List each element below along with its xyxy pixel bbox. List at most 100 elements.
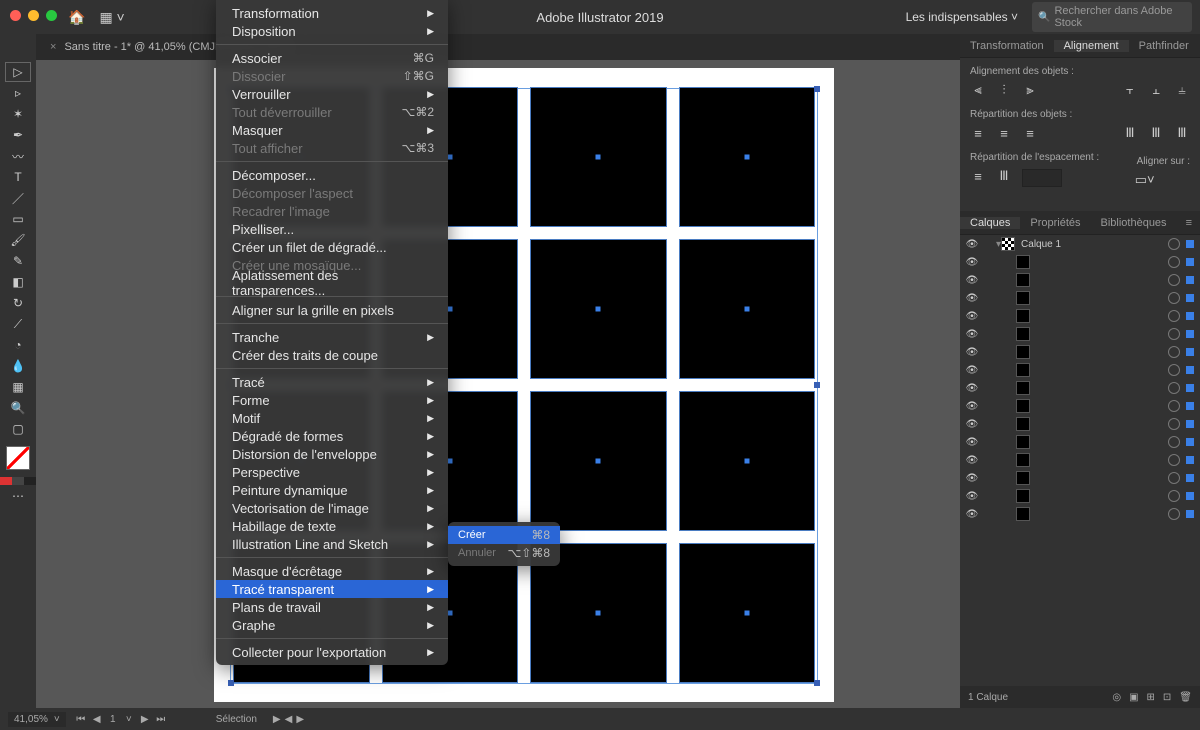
menu-item[interactable]: Associer⌘G [216, 49, 448, 67]
menu-item[interactable]: Distorsion de l'enveloppe▶ [216, 445, 448, 463]
tab-pathfinder[interactable]: Pathfinder [1129, 40, 1199, 52]
sublayer-row[interactable]: 👁 [960, 343, 1200, 361]
align-to-selection-icon[interactable]: ▭˅ [1137, 173, 1153, 187]
menu-item[interactable]: Créer un filet de dégradé... [216, 238, 448, 256]
target-icon[interactable] [1168, 436, 1180, 448]
sublayer-row[interactable]: 👁 [960, 487, 1200, 505]
menu-item[interactable]: Dégradé de formes▶ [216, 427, 448, 445]
rectangle[interactable] [531, 392, 666, 530]
width-tool[interactable]: ⟋ [5, 314, 31, 334]
pen-tool[interactable]: ✒ [5, 125, 31, 145]
zoom-tool[interactable]: 🔍 [5, 398, 31, 418]
target-icon[interactable] [1168, 364, 1180, 376]
menu-item[interactable]: Disposition▶ [216, 22, 448, 40]
sublayer-row[interactable]: 👁 [960, 325, 1200, 343]
visibility-toggle-icon[interactable]: 👁 [964, 275, 980, 286]
menu-item[interactable]: Forme▶ [216, 391, 448, 409]
menu-item[interactable]: Masque d'écrêtage▶ [216, 562, 448, 580]
edit-toolbar-icon[interactable]: ⋯ [5, 486, 31, 506]
visibility-toggle-icon[interactable]: 👁 [964, 419, 980, 430]
target-icon[interactable] [1168, 508, 1180, 520]
target-icon[interactable] [1168, 454, 1180, 466]
rectangle[interactable] [680, 240, 815, 378]
status-nav-left-icon[interactable]: ◀ [285, 714, 293, 725]
align-vcenter-icon[interactable]: ⫠ [1148, 83, 1164, 97]
shape-builder-tool[interactable]: ◔ [5, 335, 31, 355]
menu-item[interactable]: Aligner sur la grille en pixels [216, 301, 448, 319]
align-left-icon[interactable]: ⫷ [970, 83, 986, 97]
menu-item[interactable]: Collecter pour l'exportation▶ [216, 643, 448, 661]
tab-alignement[interactable]: Alignement [1054, 40, 1129, 52]
magic-wand-tool[interactable]: ✶ [5, 104, 31, 124]
menu-item[interactable]: Graphe▶ [216, 616, 448, 634]
target-icon[interactable] [1168, 472, 1180, 484]
visibility-toggle-icon[interactable]: 👁 [964, 347, 980, 358]
zoom-level[interactable]: 41,05% ˅ [8, 712, 66, 727]
menu-item[interactable]: Tranche▶ [216, 328, 448, 346]
hdist-space-icon[interactable]: Ⅲ [996, 169, 1012, 183]
rectangle[interactable] [680, 392, 815, 530]
menu-item[interactable]: Habillage de texte▶ [216, 517, 448, 535]
artboard-navigator[interactable]: ⏮◀1˅▶⏭ [74, 714, 168, 725]
menu-item[interactable]: Tracé transparent▶ [216, 580, 448, 598]
target-icon[interactable] [1168, 328, 1180, 340]
target-icon[interactable] [1168, 274, 1180, 286]
visibility-toggle-icon[interactable]: 👁 [964, 473, 980, 484]
sublayer-row[interactable]: 👁 [960, 361, 1200, 379]
panel-menu-icon[interactable]: ≡ [1178, 217, 1200, 229]
target-icon[interactable] [1168, 418, 1180, 430]
target-icon[interactable] [1168, 490, 1180, 502]
vdist-space-icon[interactable]: ≡ [970, 169, 986, 183]
eraser-tool[interactable]: ◧ [5, 272, 31, 292]
shaper-tool[interactable]: ✎ [5, 251, 31, 271]
sublayer-row[interactable]: 👁 [960, 451, 1200, 469]
object-menu[interactable]: Transformation▶Disposition▶ Associer⌘G Dis… [216, 0, 448, 665]
vdist-bottom-icon[interactable]: ≡ [1022, 126, 1038, 140]
menu-item[interactable]: Décomposer... [216, 166, 448, 184]
target-icon[interactable] [1168, 310, 1180, 322]
menu-item[interactable]: Tracé▶ [216, 373, 448, 391]
type-tool[interactable]: T [5, 167, 31, 187]
menu-item[interactable]: Perspective▶ [216, 463, 448, 481]
sublayer-row[interactable]: 👁 [960, 271, 1200, 289]
status-prev-icon[interactable]: ▶ [273, 714, 281, 725]
menu-item[interactable]: Illustration Line and Sketch▶ [216, 535, 448, 553]
sublayer-row[interactable]: 👁 [960, 253, 1200, 271]
new-sublayer-icon[interactable]: ⊞ [1147, 692, 1155, 703]
draw-mode-icons[interactable] [0, 477, 36, 485]
curvature-tool[interactable]: 〰 [5, 146, 31, 166]
target-icon[interactable] [1168, 400, 1180, 412]
menu-item[interactable]: Aplatissement des transparences... [216, 274, 448, 292]
target-icon[interactable] [1168, 292, 1180, 304]
sublayer-row[interactable]: 👁 [960, 289, 1200, 307]
stock-search-input[interactable]: Rechercher dans Adobe Stock [1032, 2, 1192, 32]
visibility-toggle-icon[interactable]: 👁 [964, 401, 980, 412]
hdist-right-icon[interactable]: Ⅲ [1174, 126, 1190, 140]
menu-item[interactable]: Masquer▶ [216, 121, 448, 139]
sublayer-row[interactable]: 👁 [960, 307, 1200, 325]
direct-selection-tool[interactable]: ▹ [5, 83, 31, 103]
fullscreen-window-icon[interactable] [46, 10, 57, 21]
eyedropper-tool[interactable]: 💧 [5, 356, 31, 376]
selection-handle[interactable] [814, 382, 820, 388]
sublayer-row[interactable]: 👁 [960, 415, 1200, 433]
sublayer-row[interactable]: 👁 [960, 505, 1200, 523]
status-nav-right-icon[interactable]: ▶ [296, 714, 304, 725]
minimize-window-icon[interactable] [28, 10, 39, 21]
visibility-toggle-icon[interactable]: 👁 [964, 455, 980, 466]
menu-item[interactable]: Créer des traits de coupe [216, 346, 448, 364]
new-layer-icon[interactable]: ⊡ [1163, 692, 1171, 703]
tab-proprietes[interactable]: Propriétés [1020, 217, 1090, 229]
target-icon[interactable] [1168, 346, 1180, 358]
window-controls[interactable] [10, 10, 57, 21]
tab-transformation[interactable]: Transformation [960, 40, 1054, 52]
target-icon[interactable] [1168, 256, 1180, 268]
submenu-item[interactable]: Créer⌘8 [448, 526, 560, 544]
menu-item[interactable]: Transformation▶ [216, 4, 448, 22]
align-top-icon[interactable]: ⫟ [1122, 83, 1138, 97]
tab-calques[interactable]: Calques [960, 217, 1020, 229]
menu-item[interactable]: Plans de travail▶ [216, 598, 448, 616]
visibility-toggle-icon[interactable]: 👁 [964, 293, 980, 304]
artboard-tool[interactable]: ▢ [5, 419, 31, 439]
align-bottom-icon[interactable]: ⫨ [1174, 83, 1190, 97]
